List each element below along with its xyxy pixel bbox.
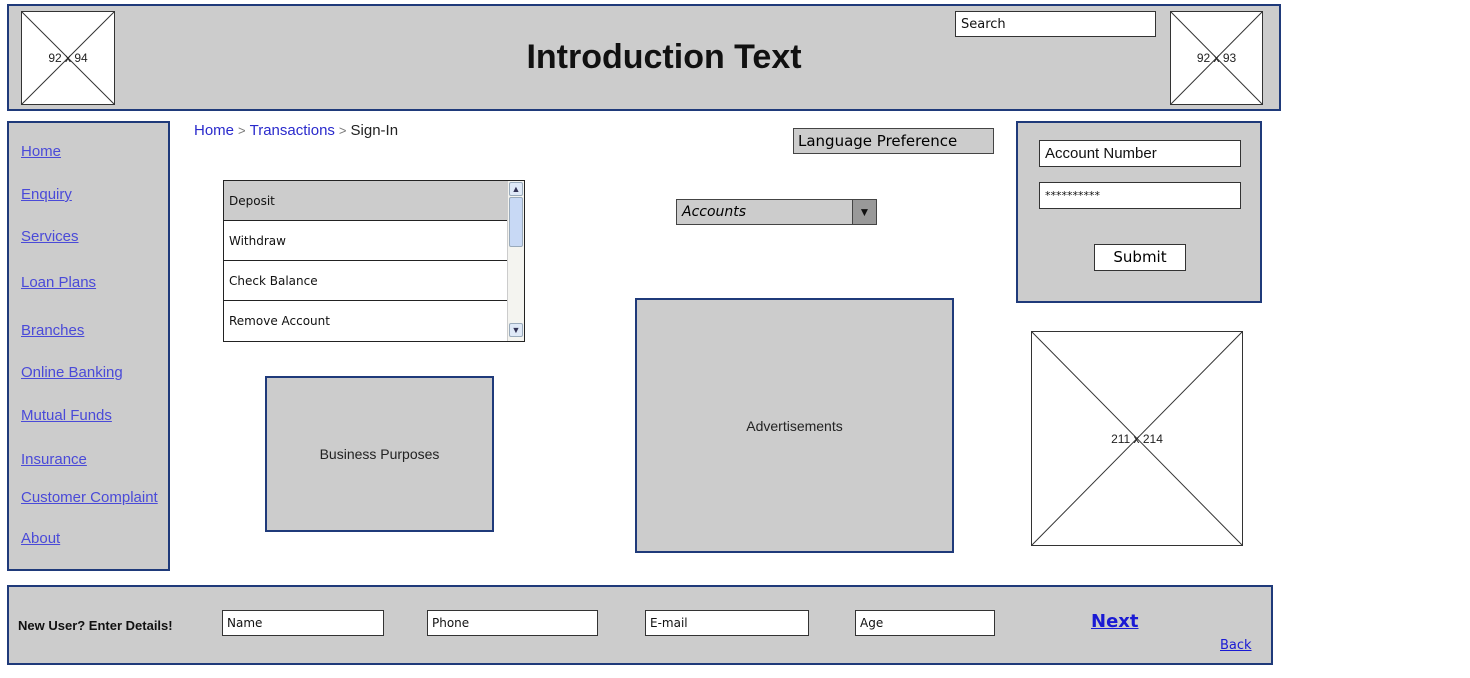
new-user-footer: New User? Enter Details! Name Phone E-ma… <box>7 585 1273 665</box>
advertisements-box: Advertisements <box>635 298 954 553</box>
sidebar-item-loan-plans[interactable]: Loan Plans <box>21 274 96 291</box>
image-size-label: 92 x 93 <box>1196 51 1237 65</box>
sidebar-item-mutual-funds[interactable]: Mutual Funds <box>21 407 112 424</box>
email-field[interactable]: E-mail <box>645 610 809 636</box>
breadcrumb: Home > Transactions > Sign-In <box>194 122 398 139</box>
back-link[interactable]: Back <box>1220 638 1252 653</box>
language-preference-button[interactable]: Language Preference <box>793 128 994 154</box>
accounts-dropdown-value: Accounts <box>682 204 747 220</box>
breadcrumb-transactions[interactable]: Transactions <box>250 122 335 139</box>
profile-image-placeholder: 92 x 93 <box>1170 11 1263 105</box>
business-purposes-box: Business Purposes <box>265 376 494 532</box>
age-field[interactable]: Age <box>855 610 995 636</box>
scroll-up-icon[interactable]: ▲ <box>509 182 523 196</box>
header-bar: 92 x 94 Introduction Text Search 92 x 93 <box>7 4 1281 111</box>
next-link[interactable]: Next <box>1091 611 1139 632</box>
sidebar-item-enquiry[interactable]: Enquiry <box>21 186 72 203</box>
list-item-deposit[interactable]: Deposit <box>224 181 507 221</box>
business-purposes-label: Business Purposes <box>319 446 440 462</box>
account-number-field[interactable]: Account Number <box>1039 140 1241 167</box>
breadcrumb-separator: > <box>338 123 347 138</box>
submit-button[interactable]: Submit <box>1094 244 1186 271</box>
new-user-prompt: New User? Enter Details! <box>18 618 173 633</box>
breadcrumb-home[interactable]: Home <box>194 122 234 139</box>
sidebar-item-insurance[interactable]: Insurance <box>21 451 87 468</box>
sidebar-nav: Home Enquiry Services Loan Plans Branche… <box>7 121 170 571</box>
sidebar-item-customer-complaint[interactable]: Customer Complaint <box>21 489 158 506</box>
image-size-label: 92 x 94 <box>48 51 88 65</box>
password-field[interactable]: ********** <box>1039 182 1241 209</box>
search-input[interactable]: Search <box>955 11 1156 37</box>
breadcrumb-separator: > <box>238 123 246 138</box>
list-item-remove-account[interactable]: Remove Account <box>224 301 507 341</box>
breadcrumb-current: Sign-In <box>350 122 399 139</box>
sidebar-item-home[interactable]: Home <box>21 143 61 160</box>
sidebar-item-branches[interactable]: Branches <box>21 322 84 339</box>
logo-image-placeholder: 92 x 94 <box>21 11 115 105</box>
sidebar-item-about[interactable]: About <box>21 530 60 547</box>
name-field[interactable]: Name <box>222 610 384 636</box>
phone-field[interactable]: Phone <box>427 610 598 636</box>
list-item-check-balance[interactable]: Check Balance <box>224 261 507 301</box>
scroll-thumb[interactable] <box>509 197 523 247</box>
page-title: Introduction Text <box>526 38 802 76</box>
advertisements-label: Advertisements <box>746 417 843 434</box>
scroll-down-icon[interactable]: ▼ <box>509 323 523 337</box>
sidebar-item-online-banking[interactable]: Online Banking <box>21 364 123 381</box>
list-item-withdraw[interactable]: Withdraw <box>224 221 507 261</box>
accounts-dropdown[interactable]: Accounts ▼ <box>676 199 877 225</box>
login-panel: Account Number ********** Submit <box>1016 121 1262 303</box>
image-size-label: 211 x 214 <box>1111 431 1163 446</box>
chevron-down-icon[interactable]: ▼ <box>852 200 876 224</box>
sidebar-item-services[interactable]: Services <box>21 228 79 245</box>
list-scrollbar[interactable]: ▲ ▼ <box>507 181 524 341</box>
transactions-listbox[interactable]: Deposit Withdraw Check Balance Remove Ac… <box>223 180 525 342</box>
side-image-placeholder: 211 x 214 <box>1031 331 1243 546</box>
